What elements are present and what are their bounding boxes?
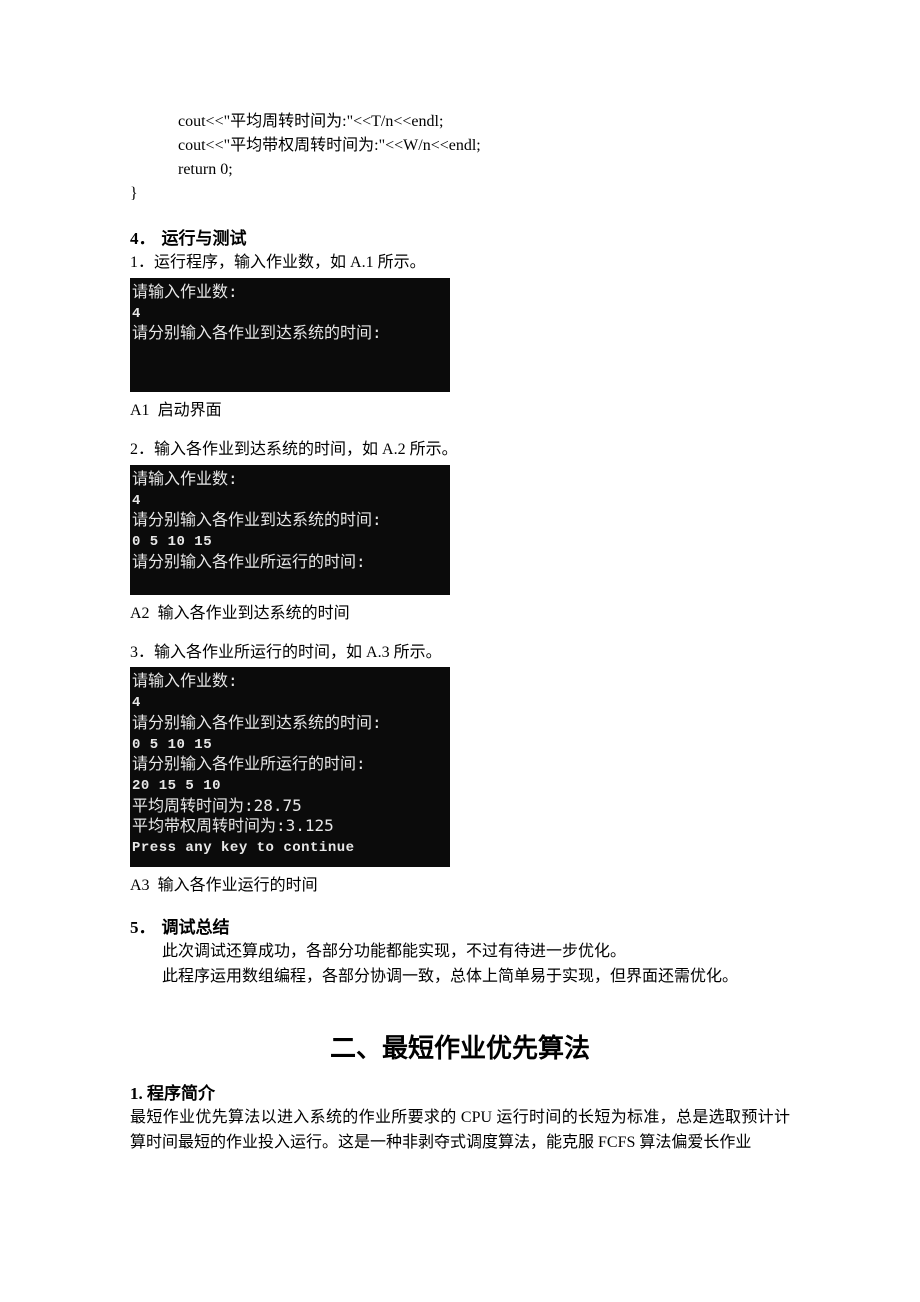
caption-text: 输入各作业到达系统的时间 <box>158 605 350 622</box>
summary-paragraph-1: 此次调试还算成功，各部分功能都能实现，不过有待进一步优化。 <box>130 940 790 965</box>
caption-label: A2 <box>130 605 150 622</box>
caption-text: 启动界面 <box>158 402 222 419</box>
step-3-text: 3．输入各作业所运行的时间，如 A.3 所示。 <box>130 641 790 666</box>
caption-label: A1 <box>130 402 150 419</box>
terminal-line: 请分别输入各作业到达系统的时间: <box>132 510 382 529</box>
chapter-2-title: 二、最短作业优先算法 <box>130 1028 790 1065</box>
section-5-heading: 5． 调试总结 <box>130 913 790 938</box>
step-body: 输入各作业所运行的时间，如 A.3 所示。 <box>154 644 442 661</box>
section-title: 调试总结 <box>162 918 230 937</box>
figure-caption-a1: A1 启动界面 <box>130 396 790 420</box>
step-2-text: 2．输入各作业到达系统的时间，如 A.2 所示。 <box>130 438 790 463</box>
terminal-line: 平均带权周转时间为:3.125 <box>132 816 334 835</box>
step-number: 2． <box>130 441 154 458</box>
terminal-line: Press any key to continue <box>132 840 355 856</box>
step-1-text: 1．运行程序，输入作业数，如 A.1 所示。 <box>130 251 790 276</box>
terminal-line: 4 <box>132 306 141 322</box>
terminal-line: 请输入作业数: <box>132 282 238 301</box>
figure-caption-a2: A2 输入各作业到达系统的时间 <box>130 599 790 623</box>
step-number: 3． <box>130 644 154 661</box>
section-number: 5． <box>130 918 156 937</box>
terminal-line: 20 15 5 10 <box>132 778 221 794</box>
code-brace: } <box>130 182 790 206</box>
terminal-line: 请分别输入各作业所运行的时间: <box>132 754 366 773</box>
terminal-line: 请分别输入各作业到达系统的时间: <box>132 713 382 732</box>
code-line: cout<<"平均带权周转时间为:"<<W/n<<endl; <box>178 134 790 158</box>
caption-label: A3 <box>130 877 150 894</box>
terminal-line: 4 <box>132 695 141 711</box>
section-4-heading: 4． 运行与测试 <box>130 224 790 249</box>
terminal-line: 请输入作业数: <box>132 671 238 690</box>
step-body: 运行程序，输入作业数，如 A.1 所示。 <box>154 254 426 271</box>
section-1-heading: 1. 程序简介 <box>130 1079 790 1104</box>
terminal-line: 平均周转时间为:28.75 <box>132 796 302 815</box>
terminal-screenshot-1: 请输入作业数: 4 请分别输入各作业到达系统的时间: <box>130 278 450 392</box>
caption-text: 输入各作业运行的时间 <box>158 877 318 894</box>
step-body: 输入各作业到达系统的时间，如 A.2 所示。 <box>154 441 458 458</box>
terminal-screenshot-3: 请输入作业数: 4 请分别输入各作业到达系统的时间: 0 5 10 15 请分别… <box>130 667 450 867</box>
code-line: return 0; <box>178 158 790 182</box>
terminal-line: 请输入作业数: <box>132 469 238 488</box>
section-title: 程序简介 <box>143 1084 215 1103</box>
terminal-line: 请分别输入各作业到达系统的时间: <box>132 323 382 342</box>
terminal-line: 4 <box>132 493 141 509</box>
summary-paragraph-2: 此程序运用数组编程，各部分协调一致，总体上简单易于实现，但界面还需优化。 <box>130 965 790 990</box>
terminal-screenshot-2: 请输入作业数: 4 请分别输入各作业到达系统的时间: 0 5 10 15 请分别… <box>130 465 450 595</box>
figure-caption-a3: A3 输入各作业运行的时间 <box>130 871 790 895</box>
document-page: cout<<"平均周转时间为:"<<T/n<<endl; cout<<"平均带权… <box>0 0 920 1236</box>
terminal-line: 0 5 10 15 <box>132 534 212 550</box>
section-title: 运行与测试 <box>162 229 247 248</box>
code-line: cout<<"平均周转时间为:"<<T/n<<endl; <box>178 110 790 134</box>
section-number: 1. <box>130 1084 143 1103</box>
section-number: 4． <box>130 229 156 248</box>
terminal-line: 0 5 10 15 <box>132 737 212 753</box>
intro-paragraph: 最短作业优先算法以进入系统的作业所要求的 CPU 运行时间的长短为标准，总是选取… <box>130 1106 790 1156</box>
terminal-line: 请分别输入各作业所运行的时间: <box>132 552 366 571</box>
step-number: 1． <box>130 254 154 271</box>
